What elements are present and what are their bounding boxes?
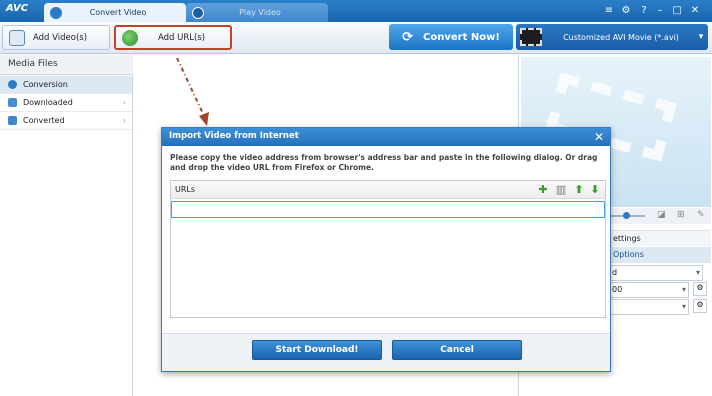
app-logo: AVC [6,3,29,14]
start-download-button[interactable]: Start Download! [252,340,382,360]
profile-label: Customized AVI Movie (*.avi) [563,32,679,42]
snapshot-icon[interactable]: ◪ [657,210,666,220]
add-video-label: Add Video(s) [33,32,88,43]
cancel-button[interactable]: Cancel [392,340,522,360]
tab-convert-video[interactable]: Convert Video [44,3,186,22]
wrench-icon[interactable]: ✎ [697,210,705,220]
gear-icon[interactable]: ⚙ [693,299,707,313]
volume-knob[interactable] [623,212,630,219]
sidebar-item-label: Downloaded [23,98,73,107]
sidebar-item-converted[interactable]: Converted › [0,112,132,130]
crop-icon[interactable]: ⊞ [677,210,685,220]
dialog-instructions: Please copy the video address from brows… [170,153,598,172]
chevron-right-icon: › [122,98,126,107]
sidebar-item-label: Converted [23,116,65,125]
sidebar: Media Files Conversion Downloaded › Conv… [0,55,133,396]
add-icon[interactable]: ✚ [537,183,549,196]
output-profile-select[interactable]: Customized AVI Movie (*.avi) ▾ [516,24,708,50]
option-select-2[interactable]: 00 ▾ [609,282,689,298]
url-input[interactable] [171,201,605,218]
help-icon[interactable]: ? [637,4,651,18]
dialog-title: Import Video from Internet [162,128,610,146]
add-url-button[interactable]: Add URL(s) [114,25,232,50]
url-list: URLs ✚ ▥ ⬆ ⬇ [170,180,606,318]
tab-play-video[interactable]: Play Video [186,3,328,22]
chevron-down-icon: ▾ [698,32,704,42]
chevron-down-icon: ▾ [681,302,686,311]
chevron-down-icon: ▾ [695,268,700,277]
close-icon[interactable]: ✕ [592,130,606,144]
gear-icon[interactable]: ⚙ [619,4,633,18]
download-icon [8,98,17,107]
sidebar-item-conversion[interactable]: Conversion [0,76,132,94]
import-video-dialog: Import Video from Internet ✕ Please copy… [161,127,611,372]
tab-label: Convert Video [89,8,147,17]
trash-icon[interactable]: ▥ [555,183,567,196]
add-video-icon [9,29,25,46]
converted-icon [8,116,17,125]
title-bar: AVC Convert Video Play Video ≡ ⚙ ? – □ ✕ [0,0,712,22]
play-icon [192,6,204,19]
minimize-icon[interactable]: – [653,4,667,18]
gear-icon[interactable]: ⚙ [693,282,707,296]
toolbar: Add Video(s) Add URL(s) ⟳ Convert Now! C… [0,22,712,54]
chevron-down-icon: ▾ [681,285,686,294]
chevron-right-icon: › [122,116,126,125]
urls-column-label: URLs [175,185,196,194]
tab-label: Play Video [239,8,281,17]
option-select-1[interactable]: d ▾ [609,265,703,281]
option-value-2: 00 [612,285,623,294]
refresh-icon: ⟳ [402,29,414,45]
option-select-3[interactable]: ▾ [609,299,689,315]
convert-now-label: Convert Now! [423,31,500,43]
convert-now-button[interactable]: ⟳ Convert Now! [389,24,513,50]
close-icon[interactable]: ✕ [688,4,702,18]
menu-icon[interactable]: ≡ [602,4,616,18]
arrow-up-icon[interactable]: ⬆ [573,183,585,196]
conversion-icon [8,80,17,89]
globe-add-icon [122,29,138,46]
film-icon [520,28,542,46]
dialog-footer: Start Download! Cancel [162,333,610,371]
add-video-button[interactable]: Add Video(s) [2,25,110,50]
annotation-arrow [176,57,209,126]
option-value-1: d [612,268,618,277]
sidebar-item-downloaded[interactable]: Downloaded › [0,94,132,112]
convert-icon [50,6,62,19]
add-url-label: Add URL(s) [158,32,206,43]
sidebar-item-label: Conversion [23,80,68,89]
maximize-icon[interactable]: □ [670,4,684,18]
arrow-down-icon[interactable]: ⬇ [589,183,601,196]
sidebar-header: Media Files [0,55,133,75]
